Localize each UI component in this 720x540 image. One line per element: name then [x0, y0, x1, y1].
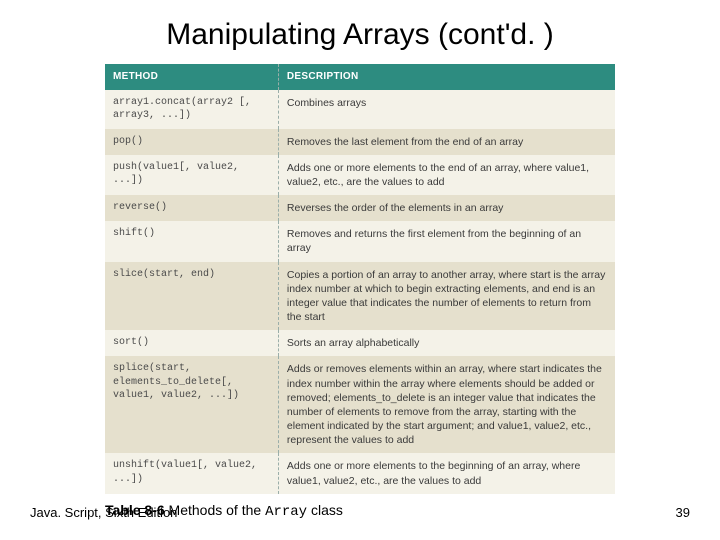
slide: Manipulating Arrays (cont'd. ) METHOD DE… [0, 0, 720, 540]
footer-left: Java. Script, Sixth Edition [30, 505, 177, 520]
method-cell: slice(start, end) [105, 262, 278, 331]
desc-cell: Adds or removes elements within an array… [278, 356, 615, 453]
method-cell: reverse() [105, 195, 278, 221]
page-number: 39 [676, 505, 690, 520]
desc-cell: Adds one or more elements to the beginni… [278, 453, 615, 493]
method-cell: array1.concat(array2 [, array3, ...]) [105, 90, 278, 129]
method-cell: unshift(value1[, value2, ...]) [105, 453, 278, 493]
table-row: reverse() Reverses the order of the elem… [105, 195, 615, 221]
desc-cell: Adds one or more elements to the end of … [278, 155, 615, 195]
table-row: array1.concat(array2 [, array3, ...]) Co… [105, 90, 615, 129]
methods-table: METHOD DESCRIPTION array1.concat(array2 … [105, 64, 615, 494]
desc-cell: Removes the last element from the end of… [278, 129, 615, 155]
page-title: Manipulating Arrays (cont'd. ) [30, 18, 690, 52]
col-description: DESCRIPTION [278, 64, 615, 90]
desc-cell: Reverses the order of the elements in an… [278, 195, 615, 221]
method-cell: shift() [105, 221, 278, 261]
table-row: shift() Removes and returns the first el… [105, 221, 615, 261]
methods-table-wrap: METHOD DESCRIPTION array1.concat(array2 … [105, 64, 615, 494]
desc-cell: Combines arrays [278, 90, 615, 129]
table-row: splice(start, elements_to_delete[, value… [105, 356, 615, 453]
method-cell: pop() [105, 129, 278, 155]
table-row: sort() Sorts an array alphabetically [105, 330, 615, 356]
method-cell: sort() [105, 330, 278, 356]
table-row: push(value1[, value2, ...]) Adds one or … [105, 155, 615, 195]
table-header-row: METHOD DESCRIPTION [105, 64, 615, 90]
method-cell: push(value1[, value2, ...]) [105, 155, 278, 195]
table-row: slice(start, end) Copies a portion of an… [105, 262, 615, 331]
footer: Java. Script, Sixth Edition 39 [30, 505, 690, 520]
desc-cell: Removes and returns the first element fr… [278, 221, 615, 261]
desc-cell: Sorts an array alphabetically [278, 330, 615, 356]
table-row: unshift(value1[, value2, ...]) Adds one … [105, 453, 615, 493]
col-method: METHOD [105, 64, 278, 90]
method-cell: splice(start, elements_to_delete[, value… [105, 356, 278, 453]
table-row: pop() Removes the last element from the … [105, 129, 615, 155]
desc-cell: Copies a portion of an array to another … [278, 262, 615, 331]
